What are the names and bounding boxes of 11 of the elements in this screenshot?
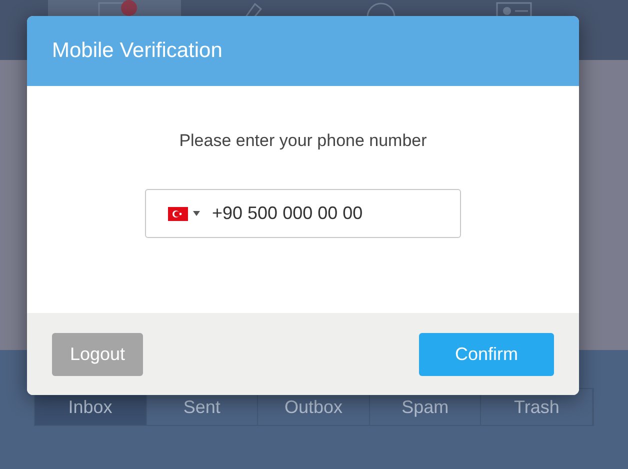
contact-card-icon — [496, 2, 532, 16]
phone-number-input[interactable]: +90 500 000 00 00 — [212, 203, 432, 224]
logout-button[interactable]: Logout — [52, 332, 144, 376]
flag-icon — [168, 206, 188, 220]
notification-badge-icon — [120, 0, 136, 16]
phone-field[interactable]: +90 500 000 00 00 — [145, 189, 461, 238]
caret-icon — [193, 211, 200, 216]
prompt-text: Please enter your phone number — [179, 131, 427, 151]
country-select[interactable] — [168, 206, 200, 220]
confirm-button[interactable]: Confirm — [418, 332, 554, 376]
dialog-title: Mobile Verification — [52, 39, 222, 63]
